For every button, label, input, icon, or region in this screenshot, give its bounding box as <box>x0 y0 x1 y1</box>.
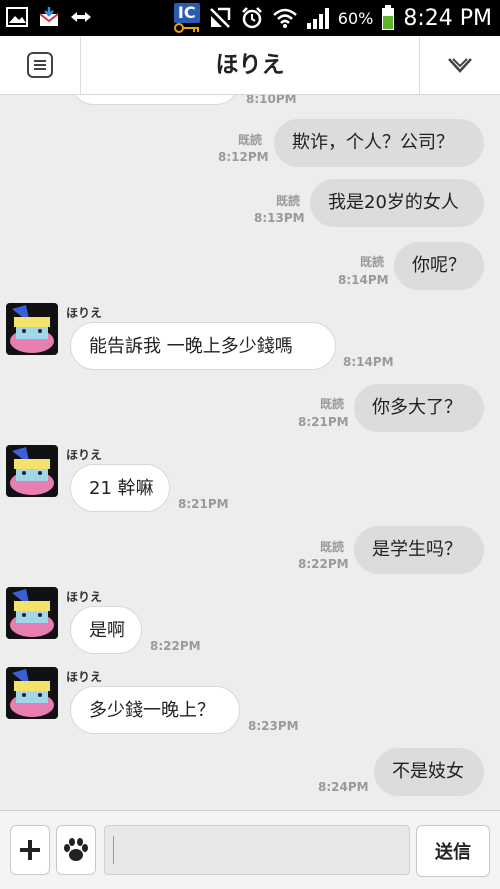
message-time: 8:14PM <box>343 355 394 369</box>
message-time: 8:24PM <box>318 780 369 794</box>
attach-button[interactable] <box>10 825 50 875</box>
sticker-button[interactable] <box>56 825 96 875</box>
chat-header: ほりえ <box>0 36 500 95</box>
wifi-icon <box>272 8 297 28</box>
outgoing-message[interactable]: 不是妓女 <box>374 748 484 796</box>
read-receipt: 既読 <box>320 397 345 411</box>
outgoing-message[interactable]: 欺诈，个人？公司？ <box>274 119 484 167</box>
incoming-message[interactable]: 能告訴我 一晚上多少錢嗎 <box>70 322 336 370</box>
clock: 8:24 PM <box>403 5 492 31</box>
avatar[interactable] <box>6 445 58 497</box>
message-time: 8:21PM <box>178 497 229 511</box>
system-icons: IC 60% 8:24 PM <box>173 0 492 36</box>
options-button[interactable] <box>419 36 500 94</box>
message-composer: 送信 <box>0 810 500 889</box>
outgoing-message[interactable]: 你多大了？ <box>354 384 484 432</box>
message-time: 8:12PM <box>218 150 269 164</box>
sender-name: ほりえ <box>66 670 103 684</box>
ic-card-indicator: IC <box>173 3 200 33</box>
chat-title: ほりえ <box>215 52 285 78</box>
read-receipt: 既読 <box>238 133 263 147</box>
message-time: 8:22PM <box>150 639 201 653</box>
outgoing-message[interactable]: 我是20岁的女人 <box>310 179 484 227</box>
message-input[interactable] <box>104 825 410 875</box>
outgoing-message[interactable]: 是学生吗？ <box>354 526 484 574</box>
status-bar: IC 60% 8:24 PM <box>0 0 500 36</box>
send-button[interactable]: 送信 <box>416 825 490 877</box>
image-icon <box>6 6 28 28</box>
sender-name: ほりえ <box>66 590 103 604</box>
incoming-message[interactable]: 21 幹嘛 <box>70 464 170 512</box>
menu-button[interactable] <box>0 36 81 94</box>
read-receipt: 既読 <box>360 255 385 269</box>
partial-incoming-bubble <box>70 95 240 105</box>
avatar[interactable] <box>6 667 58 719</box>
message-time: 8:14PM <box>338 273 389 287</box>
chevron-down-icon <box>448 58 472 73</box>
avatar[interactable] <box>6 587 58 639</box>
download-mail-icon <box>38 6 60 28</box>
no-signal-icon <box>209 7 231 28</box>
message-time: 8:10PM <box>246 95 297 106</box>
sender-name: ほりえ <box>66 306 103 320</box>
battery-icon <box>382 5 395 30</box>
key-icon <box>173 23 199 33</box>
sender-name: ほりえ <box>66 448 103 462</box>
incoming-message[interactable]: 多少錢一晚上？ <box>70 686 240 734</box>
message-time: 8:13PM <box>254 211 305 225</box>
read-receipt: 既読 <box>276 194 301 208</box>
message-list[interactable]: 8:10PM 既読 8:12PM 欺诈，个人？公司？ 既読 8:13PM 我是2… <box>0 95 500 809</box>
paw-icon <box>64 838 88 861</box>
text-caret <box>113 836 114 864</box>
message-time: 8:23PM <box>248 719 299 733</box>
incoming-message[interactable]: 是啊 <box>70 606 142 654</box>
avatar[interactable] <box>6 303 58 355</box>
battery-percent: 60% <box>337 8 374 28</box>
read-receipt: 既読 <box>320 540 345 554</box>
notification-icons <box>6 6 92 28</box>
alarm-icon <box>241 7 262 29</box>
message-time: 8:21PM <box>298 415 349 429</box>
menu-icon <box>27 52 53 78</box>
outgoing-message[interactable]: 你呢？ <box>394 242 484 290</box>
message-time: 8:22PM <box>298 557 349 571</box>
cell-signal-icon <box>306 8 329 29</box>
plus-icon <box>20 840 40 860</box>
sync-arrows-icon <box>70 6 92 28</box>
